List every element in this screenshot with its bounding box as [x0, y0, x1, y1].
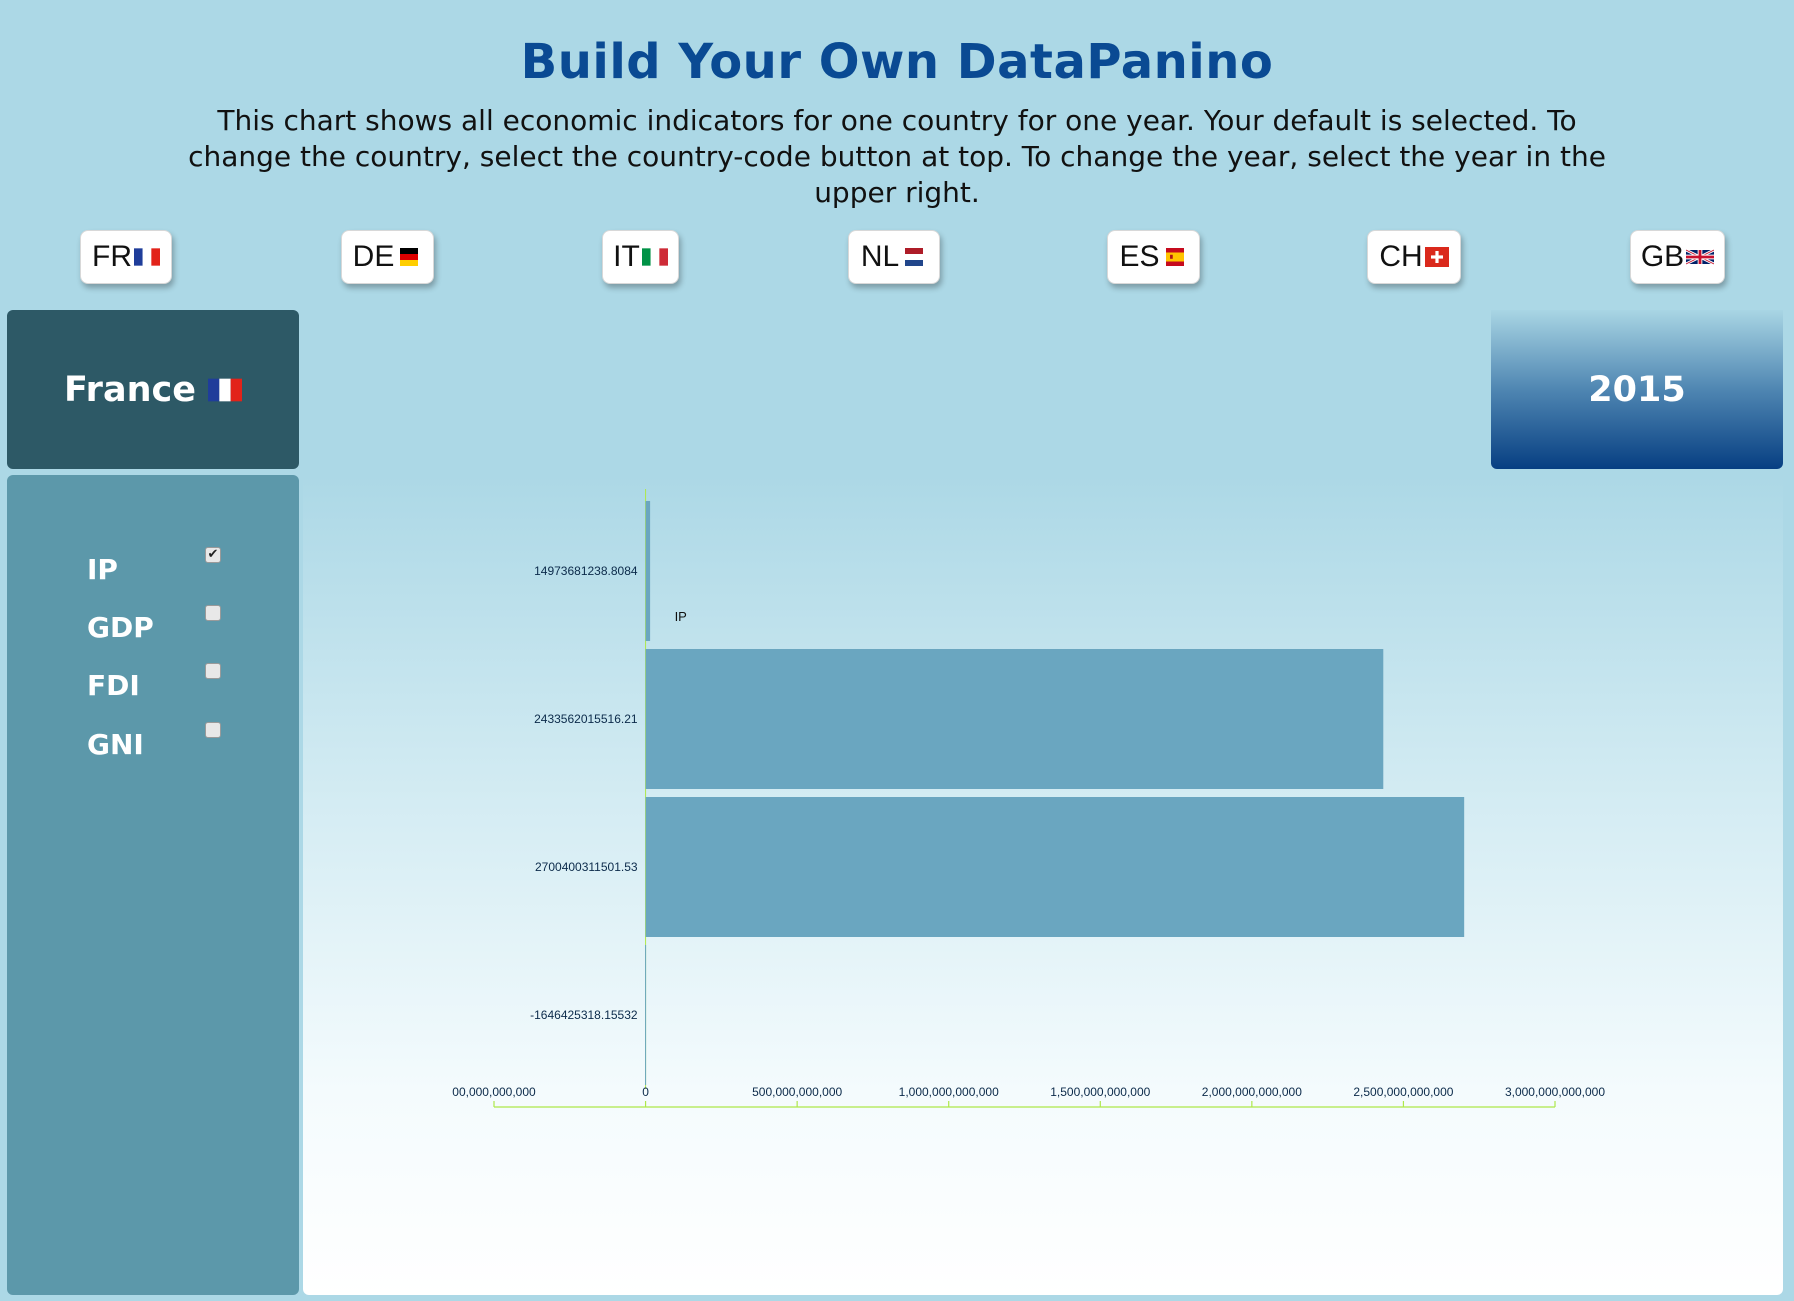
indicator-sidebar: IP ✔ GDP FDI GNI [7, 475, 299, 1295]
x-tick-label: 00,000,000,000 [452, 1085, 536, 1099]
country-code: GB [1640, 240, 1685, 273]
indicator-label: FDI [87, 669, 140, 702]
country-code: FR [92, 240, 132, 273]
bar-annotation: IP [675, 609, 687, 624]
indicator-checkbox-fdi[interactable] [205, 663, 221, 679]
x-tick-label: 3,000,000,000,000 [1505, 1085, 1605, 1099]
country-code: CH [1379, 240, 1423, 273]
france-flag-icon [134, 248, 160, 266]
page-title: Build Your Own DataPanino [520, 34, 1274, 90]
uk-flag-icon [1686, 248, 1715, 266]
indicator-checkbox-gni[interactable] [205, 722, 221, 738]
indicator-checkbox-gdp[interactable] [205, 605, 221, 621]
germany-flag-icon [400, 248, 419, 266]
spain-flag-icon [1165, 248, 1184, 266]
x-tick-label: 2,500,000,000,000 [1353, 1085, 1453, 1099]
x-tick-label: 1,500,000,000,000 [1050, 1085, 1150, 1099]
indicator-bar-chart: 14973681238.8084 2433562015516.21 27004003… [452, 489, 1605, 1108]
selected-country-name: France [64, 369, 196, 410]
switzerland-flag-icon [1424, 247, 1449, 267]
bar-0 [645, 501, 651, 641]
chart-area: 14973681238.8084 2433562015516.21 27004003… [303, 475, 1783, 1295]
selected-year: 2015 [1588, 369, 1686, 410]
country-code: IT [613, 240, 640, 273]
country-button-nl[interactable]: NL [848, 230, 940, 284]
page-intro: This chart shows all economic indicators… [188, 104, 1606, 209]
x-tick-label: 1,000,000,000,000 [899, 1085, 999, 1099]
indicator-label: IP [87, 553, 118, 586]
netherlands-flag-icon [905, 248, 924, 266]
country-button-es[interactable]: ES [1107, 230, 1200, 284]
country-button-it[interactable]: IT [602, 230, 679, 284]
x-tick-label: 2,000,000,000,000 [1202, 1085, 1302, 1099]
indicator-checkbox-ip[interactable]: ✔ [205, 547, 221, 563]
italy-flag-icon [641, 248, 668, 266]
category-label: 2700400311501.53 [535, 860, 638, 874]
selected-country-panel: France [7, 310, 299, 469]
indicator-label: GDP [87, 611, 154, 644]
country-button-gb[interactable]: GB [1630, 230, 1725, 284]
indicator-label: GNI [87, 728, 144, 761]
bar-2 [645, 797, 1465, 937]
bar-3 [645, 945, 647, 1085]
category-label: 14973681238.8084 [534, 564, 638, 578]
country-button-ch[interactable]: CH [1367, 230, 1461, 284]
france-flag-icon [207, 378, 242, 401]
bar-1 [645, 649, 1384, 789]
x-tick-label: 500,000,000,000 [752, 1085, 842, 1099]
country-code: NL [860, 240, 900, 273]
country-code: ES [1119, 240, 1160, 273]
country-button-de[interactable]: DE [341, 230, 434, 284]
category-label: 2433562015516.21 [534, 712, 638, 726]
country-button-fr[interactable]: FR [80, 230, 172, 284]
year-selector[interactable]: 2015 [1491, 310, 1783, 469]
category-label: -1646425318.15532 [530, 1008, 638, 1022]
x-tick-label: 0 [642, 1085, 649, 1099]
country-code: DE [352, 240, 395, 273]
